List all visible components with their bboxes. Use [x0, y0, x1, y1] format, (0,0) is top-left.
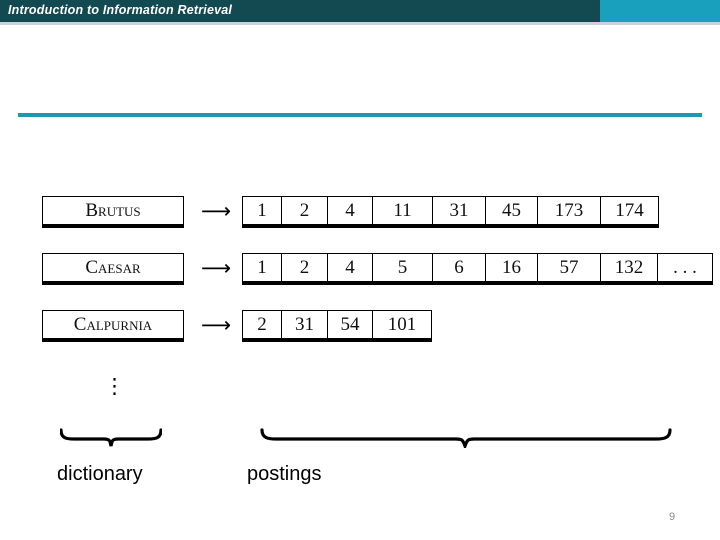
- posting-cell[interactable]: 1: [243, 254, 282, 281]
- postings-list: 2 31 54 101: [242, 310, 432, 342]
- posting-cell[interactable]: 31: [282, 311, 328, 338]
- posting-cell[interactable]: 2: [243, 311, 282, 338]
- dictionary-brace: [60, 428, 162, 448]
- right-arrow-icon: ⟶: [200, 313, 232, 337]
- posting-cell[interactable]: 16: [486, 254, 538, 281]
- posting-cell[interactable]: 173: [538, 197, 601, 224]
- slide: Introduction to Information Retrieval Br…: [0, 0, 720, 540]
- caption-postings: postings: [247, 463, 322, 485]
- vertical-ellipsis: ⋮: [104, 374, 125, 398]
- right-arrow-icon: ⟶: [200, 256, 232, 280]
- index-row: Calpurnia ⟶ 2 31 54 101: [0, 310, 720, 346]
- dictionary-term-box[interactable]: Caesar: [42, 253, 184, 285]
- posting-cell[interactable]: 54: [328, 311, 373, 338]
- dictionary-term-box[interactable]: Brutus: [42, 196, 184, 228]
- header-title: Introduction to Information Retrieval: [8, 3, 233, 17]
- posting-cell[interactable]: 11: [373, 197, 433, 224]
- posting-cell[interactable]: 57: [538, 254, 601, 281]
- posting-cell[interactable]: 4: [328, 197, 373, 224]
- posting-cell[interactable]: 4: [328, 254, 373, 281]
- posting-cell[interactable]: 2: [282, 254, 328, 281]
- posting-cell[interactable]: 45: [486, 197, 538, 224]
- posting-cell[interactable]: 31: [433, 197, 486, 224]
- page-number: 9: [668, 511, 676, 523]
- posting-cell[interactable]: 5: [373, 254, 433, 281]
- posting-cell[interactable]: 101: [373, 311, 431, 338]
- right-arrow-icon: ⟶: [200, 199, 232, 223]
- title-divider-rule: [18, 113, 702, 117]
- header-underline: [0, 22, 720, 25]
- caption-dictionary: dictionary: [57, 463, 143, 485]
- postings-list: 1 2 4 5 6 16 57 132. . .: [242, 253, 713, 285]
- posting-cell[interactable]: 6: [433, 254, 486, 281]
- dictionary-term-box[interactable]: Calpurnia: [42, 310, 184, 342]
- index-row: Caesar ⟶ 1 2 4 5 6 16 57 132. . .: [0, 253, 720, 289]
- postings-list: 1 2 4 11 31 45 173 174: [242, 196, 659, 228]
- posting-cell[interactable]: . . .: [658, 254, 712, 281]
- posting-cell[interactable]: 174: [601, 197, 658, 224]
- posting-cell[interactable]: 1: [243, 197, 282, 224]
- index-row: Brutus ⟶ 1 2 4 11 31 45 173 174: [0, 196, 720, 232]
- postings-brace: [260, 428, 674, 448]
- posting-cell[interactable]: 2: [282, 197, 328, 224]
- posting-cell[interactable]: 132: [601, 254, 658, 281]
